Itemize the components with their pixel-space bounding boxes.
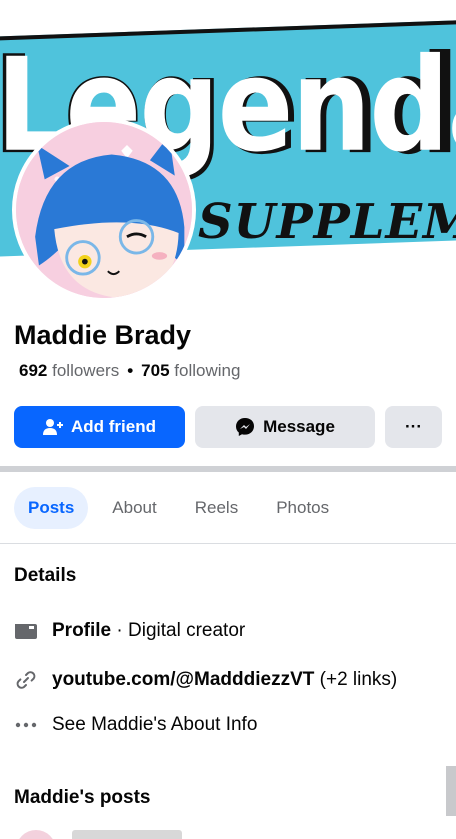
message-button[interactable]: Message (195, 406, 375, 448)
following-link[interactable]: 705 following (141, 361, 240, 380)
tab-about[interactable]: About (98, 487, 170, 529)
profile-name: Maddie Brady (14, 320, 192, 350)
add-friend-label: Add friend (71, 417, 156, 436)
stats-separator: • (127, 361, 134, 380)
followers-link[interactable]: 692 followers (19, 361, 119, 380)
tabs-divider (0, 543, 456, 544)
profile-card-icon (14, 622, 38, 640)
following-count: 705 (141, 361, 170, 380)
add-friend-button[interactable]: Add friend (14, 406, 185, 448)
profile-label: Profile (52, 620, 112, 641)
more-options-button[interactable]: ··· (385, 406, 442, 448)
details-heading: Details (14, 565, 77, 586)
following-label: following (174, 361, 241, 380)
more-dots-icon: ··· (405, 417, 422, 436)
profile-avatar[interactable] (12, 118, 196, 302)
profile-tabs: Posts About Reels Photos (14, 487, 353, 529)
scrollbar-thumb[interactable] (446, 766, 456, 816)
messenger-icon (235, 417, 255, 437)
link-icon (14, 669, 38, 691)
post-author-name-placeholder (72, 830, 182, 839)
avatar-illustration (16, 122, 192, 298)
website-row: youtube.com/@MadddiezzVT (+2 links) (14, 669, 397, 691)
post-author-avatar[interactable] (16, 830, 56, 839)
tab-photos[interactable]: Photos (262, 487, 343, 529)
profile-separator: · (116, 620, 123, 641)
add-person-icon (43, 418, 63, 436)
follow-stats: 692 followers • 705 following (19, 361, 240, 381)
profile-type-row: Profile · Digital creator (14, 620, 245, 642)
message-label: Message (263, 417, 335, 436)
followers-label: followers (52, 361, 120, 380)
followers-count: 692 (19, 361, 48, 380)
about-info-row[interactable]: See Maddie's About Info (14, 714, 257, 736)
tab-reels[interactable]: Reels (181, 487, 252, 529)
about-info-link[interactable]: See Maddie's About Info (52, 714, 257, 736)
website-link[interactable]: youtube.com/@MadddiezzVT (52, 669, 314, 691)
section-divider (0, 466, 456, 472)
profile-category: Digital creator (128, 620, 246, 641)
tab-posts[interactable]: Posts (14, 487, 89, 529)
cover-subtitle: SUPPLEME (198, 194, 456, 250)
ellipsis-icon (14, 722, 38, 728)
posts-heading: Maddie's posts (14, 787, 151, 808)
more-links-count[interactable]: (+2 links) (320, 669, 398, 691)
